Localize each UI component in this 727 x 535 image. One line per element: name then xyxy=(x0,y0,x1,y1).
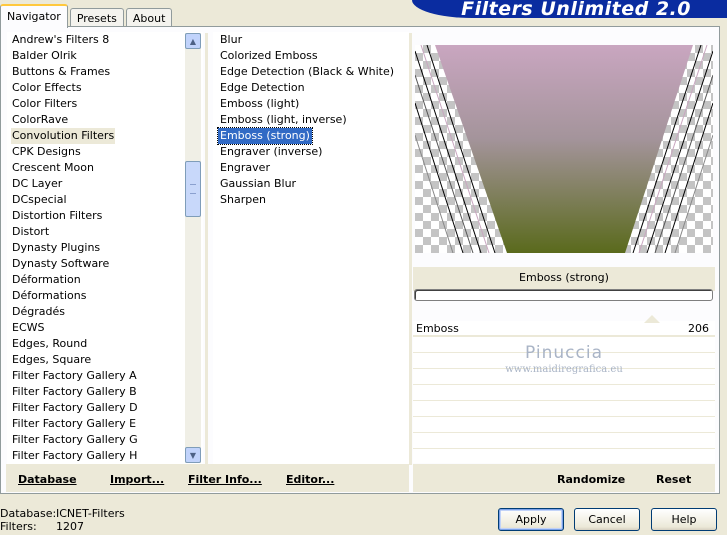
category-item[interactable]: ColorRave xyxy=(11,112,69,128)
param-row-empty xyxy=(413,449,715,465)
filter-item[interactable]: Engraver xyxy=(218,160,272,176)
category-item[interactable]: Edges, Round xyxy=(11,336,88,352)
category-item[interactable]: Color Filters xyxy=(11,96,78,112)
category-item[interactable]: Dynasty Software xyxy=(11,256,110,272)
filter-list[interactable]: Blur Colorized Emboss Edge Detection (Blac… xyxy=(213,32,409,468)
category-item[interactable]: Filter Factory Gallery D xyxy=(11,400,139,416)
category-item[interactable]: Convolution Filters xyxy=(11,128,116,144)
slider-thumb[interactable] xyxy=(644,315,660,323)
tab-navigator[interactable]: Navigator xyxy=(0,4,68,28)
pane-divider xyxy=(409,33,412,465)
category-item[interactable]: Buttons & Frames xyxy=(11,64,111,80)
param-row-empty xyxy=(413,385,715,401)
category-scrollbar[interactable]: ▲ ▼ xyxy=(185,33,201,463)
preview-line xyxy=(674,134,713,253)
app-banner: Filters Unlimited 2.0 xyxy=(412,0,727,18)
scroll-thumb[interactable] xyxy=(185,161,201,217)
filter-item[interactable]: Engraver (inverse) xyxy=(218,144,324,160)
category-item[interactable]: Déformations xyxy=(11,288,87,304)
tab-presets[interactable]: Presets xyxy=(69,8,124,28)
filter-item[interactable]: Edge Detection xyxy=(218,80,307,96)
category-item[interactable]: Crescent Moon xyxy=(11,160,95,176)
category-item[interactable]: Filter Factory Gallery B xyxy=(11,384,138,400)
param-row-empty xyxy=(413,369,715,385)
category-item[interactable]: Dynasty Plugins xyxy=(11,240,101,256)
filter-info-button[interactable]: Filter Info... xyxy=(188,473,262,486)
editor-button[interactable]: Editor... xyxy=(286,473,334,486)
param-row-emboss[interactable]: Emboss 206 xyxy=(413,315,715,337)
param-row-empty xyxy=(413,353,715,369)
progress-bar xyxy=(414,289,713,301)
navigator-panel: Andrew's Filters 8 Balder Olrik Buttons & … xyxy=(0,26,720,494)
param-row-empty xyxy=(413,337,715,353)
category-item[interactable]: Andrew's Filters 8 xyxy=(11,32,110,48)
randomize-button[interactable]: Randomize xyxy=(557,473,625,486)
category-item[interactable]: Balder Olrik xyxy=(11,48,78,64)
left-toolbar: Database Import... Filter Info... Editor… xyxy=(6,464,409,492)
filter-item[interactable]: Colorized Emboss xyxy=(218,48,320,64)
preview-graphic xyxy=(415,45,713,253)
category-item[interactable]: DCspecial xyxy=(11,192,68,208)
category-item[interactable]: CPK Designs xyxy=(11,144,82,160)
filter-item[interactable]: Sharpen xyxy=(218,192,268,208)
selected-filter-title: Emboss (strong) xyxy=(413,267,715,291)
help-button[interactable]: Help xyxy=(651,508,717,531)
banner-title: Filters Unlimited 2.0 xyxy=(461,0,691,18)
database-value: ICNET-Filters xyxy=(56,507,125,520)
cancel-button[interactable]: Cancel xyxy=(574,508,640,531)
preview-line xyxy=(415,134,454,253)
filter-item[interactable]: Edge Detection (Black & White) xyxy=(218,64,396,80)
chevron-up-icon: ▲ xyxy=(189,36,197,46)
param-row-empty xyxy=(413,417,715,433)
chevron-down-icon: ▼ xyxy=(189,450,197,460)
category-item[interactable]: ECWS xyxy=(11,320,46,336)
category-item[interactable]: Edges, Square xyxy=(11,352,92,368)
param-label: Emboss xyxy=(416,322,459,335)
right-toolbar: Randomize Reset xyxy=(413,464,715,492)
import-button[interactable]: Import... xyxy=(110,473,164,486)
param-value: 206 xyxy=(688,322,709,335)
category-item[interactable]: Filter Factory Gallery H xyxy=(11,448,138,464)
tab-strip: Navigator Presets About xyxy=(0,4,174,28)
filter-item[interactable]: Emboss (light) xyxy=(218,96,301,112)
category-item[interactable]: Dégradés xyxy=(11,304,66,320)
category-item[interactable]: Distort xyxy=(11,224,50,240)
preview-gradient-shape xyxy=(435,45,693,253)
pane-divider xyxy=(205,33,208,465)
category-item[interactable]: Déformation xyxy=(11,272,82,288)
scroll-down-button[interactable]: ▼ xyxy=(185,447,201,463)
reset-button[interactable]: Reset xyxy=(656,473,691,486)
param-row-empty xyxy=(413,433,715,449)
filters-count-value: 1207 xyxy=(56,520,84,533)
category-list[interactable]: Andrew's Filters 8 Balder Olrik Buttons & … xyxy=(7,32,203,490)
filters-count-label: Filters: xyxy=(0,520,37,533)
preview-image xyxy=(415,45,713,253)
category-item[interactable]: DC Layer xyxy=(11,176,63,192)
category-item[interactable]: Filter Factory Gallery E xyxy=(11,416,137,432)
filter-item[interactable]: Emboss (light, inverse) xyxy=(218,112,349,128)
filter-item[interactable]: Gaussian Blur xyxy=(218,176,298,192)
parameter-list: Emboss 206 xyxy=(413,315,715,465)
scroll-up-button[interactable]: ▲ xyxy=(185,33,201,49)
database-label: Database: xyxy=(0,507,57,520)
category-item[interactable]: Filter Factory Gallery G xyxy=(11,432,139,448)
apply-button[interactable]: Apply xyxy=(498,508,564,531)
filter-item[interactable]: Blur xyxy=(218,32,244,48)
category-item[interactable]: Distortion Filters xyxy=(11,208,103,224)
database-button[interactable]: Database xyxy=(18,473,77,486)
tab-about[interactable]: About xyxy=(125,8,173,28)
category-item[interactable]: Color Effects xyxy=(11,80,83,96)
category-item[interactable]: Filter Factory Gallery A xyxy=(11,368,138,384)
param-row-empty xyxy=(413,401,715,417)
filter-item[interactable]: Emboss (strong) xyxy=(217,127,313,145)
